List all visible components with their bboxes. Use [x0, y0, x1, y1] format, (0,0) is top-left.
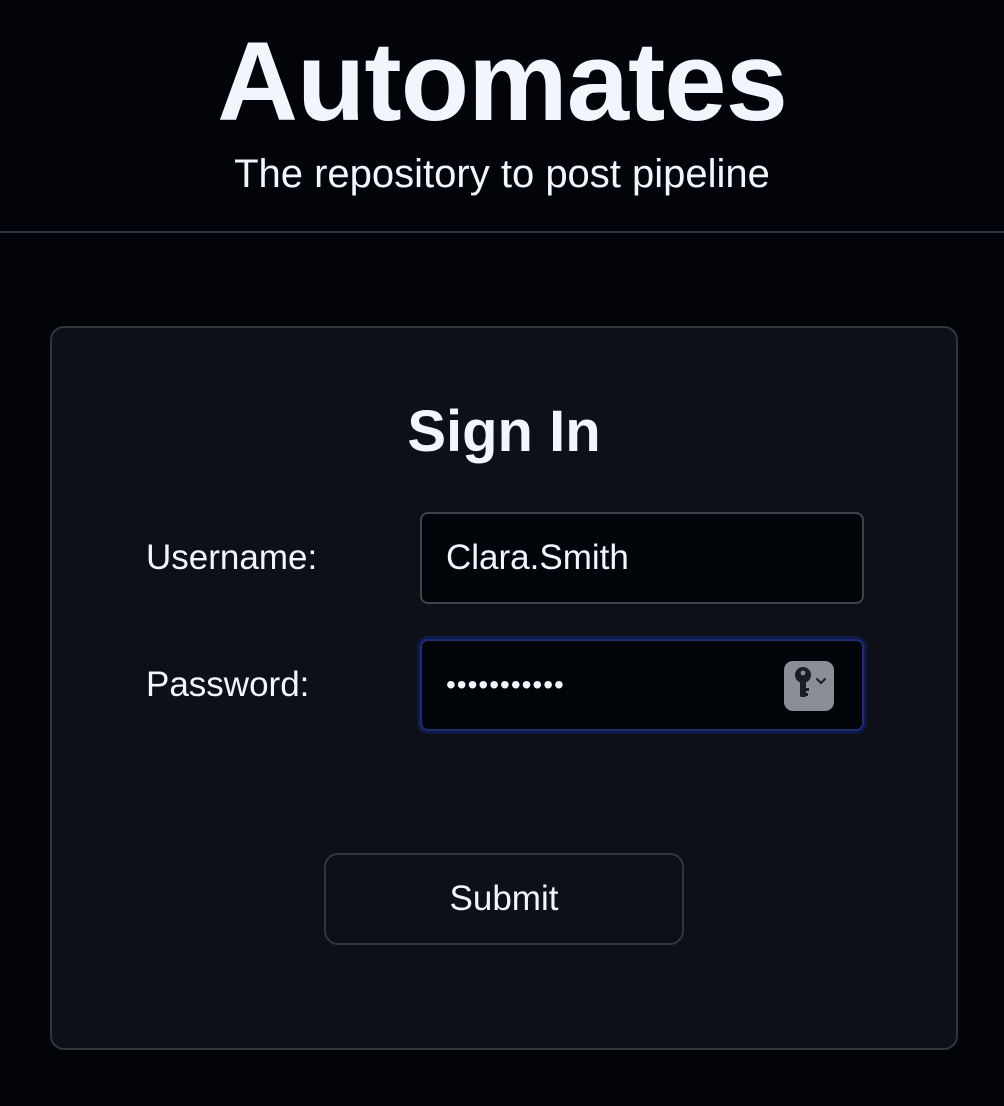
submit-button[interactable]: Submit: [324, 853, 684, 945]
password-label: Password:: [146, 665, 310, 704]
username-label: Username:: [146, 538, 318, 577]
app-subtitle: The repository to post pipeline: [234, 152, 770, 196]
password-autofill-button[interactable]: [784, 661, 834, 711]
app-header: Automates The repository to post pipelin…: [0, 0, 1004, 233]
app-title: Automates: [217, 19, 788, 144]
key-icon: [790, 665, 828, 708]
password-field[interactable]: •••••••••••: [420, 639, 864, 731]
sign-in-card: Sign In Username: Clara.Smith Password: …: [50, 326, 958, 1050]
password-value: •••••••••••: [446, 669, 565, 700]
sign-in-title: Sign In: [407, 399, 601, 464]
username-field[interactable]: Clara.Smith: [420, 512, 864, 604]
username-value: Clara.Smith: [446, 538, 629, 577]
